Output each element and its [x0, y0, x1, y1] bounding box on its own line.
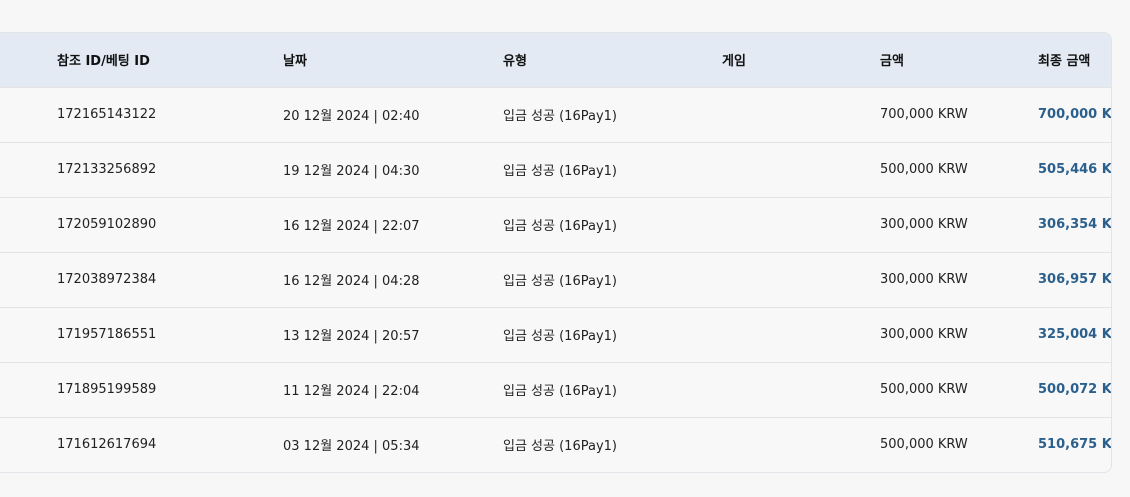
cell-reference-id: 172165143122 — [57, 107, 157, 122]
cell-final-amount: 700,000 KRW — [1038, 107, 1111, 122]
cell-reference-id: 172059102890 — [57, 217, 157, 232]
header-type: 유형 — [503, 54, 527, 70]
header-reference-id: 참조 ID/베팅 ID — [57, 54, 150, 70]
table-row: 171957186551 13 12월 2024 | 20:57 입금 성공 (… — [0, 307, 1111, 362]
cell-amount: 500,000 KRW — [880, 162, 968, 177]
cell-amount: 500,000 KRW — [880, 382, 968, 397]
cell-type: 입금 성공 (16Pay1) — [503, 274, 617, 289]
cell-type: 입금 성공 (16Pay1) — [503, 384, 617, 399]
table-row: 171895199589 11 12월 2024 | 22:04 입금 성공 (… — [0, 362, 1111, 417]
cell-game — [722, 417, 880, 472]
cell-final-amount: 325,004 KRW — [1038, 327, 1111, 342]
table-row: 172059102890 16 12월 2024 | 22:07 입금 성공 (… — [0, 197, 1111, 252]
cell-date: 20 12월 2024 | 02:40 — [283, 109, 420, 124]
cell-type: 입금 성공 (16Pay1) — [503, 164, 617, 179]
header-amount: 금액 — [880, 54, 904, 70]
cell-date: 19 12월 2024 | 04:30 — [283, 164, 420, 179]
cell-reference-id: 172133256892 — [57, 162, 157, 177]
table-row: 172133256892 19 12월 2024 | 04:30 입금 성공 (… — [0, 142, 1111, 197]
cell-game — [722, 197, 880, 252]
cell-game — [722, 142, 880, 197]
cell-date: 16 12월 2024 | 22:07 — [283, 219, 420, 234]
cell-final-amount: 510,675 KRW — [1038, 437, 1111, 453]
cell-amount: 300,000 KRW — [880, 272, 968, 287]
transaction-table: 참조 ID/베팅 ID 날짜 유형 게임 금액 최종 금액 1721651431… — [0, 33, 1111, 472]
cell-final-amount: 306,354 KRW — [1038, 217, 1111, 232]
cell-final-amount: 505,446 KRW — [1038, 162, 1111, 177]
cell-reference-id: 171612617694 — [57, 437, 157, 453]
cell-reference-id: 171895199589 — [57, 382, 157, 397]
table-body: 172165143122 20 12월 2024 | 02:40 입금 성공 (… — [0, 87, 1111, 472]
cell-final-amount: 500,072 KRW — [1038, 382, 1111, 397]
cell-type: 입금 성공 (16Pay1) — [503, 439, 617, 455]
cell-amount: 500,000 KRW — [880, 437, 968, 453]
cell-date: 03 12월 2024 | 05:34 — [283, 439, 420, 455]
transaction-table-card: 참조 ID/베팅 ID 날짜 유형 게임 금액 최종 금액 1721651431… — [0, 32, 1112, 473]
cell-date: 11 12월 2024 | 22:04 — [283, 384, 420, 399]
table-header: 참조 ID/베팅 ID 날짜 유형 게임 금액 최종 금액 — [0, 33, 1111, 87]
cell-game — [722, 307, 880, 362]
cell-reference-id: 172038972384 — [57, 272, 157, 287]
table-row: 171612617694 03 12월 2024 | 05:34 입금 성공 (… — [0, 417, 1111, 472]
cell-type: 입금 성공 (16Pay1) — [503, 109, 617, 124]
header-game: 게임 — [722, 54, 746, 70]
header-final-amount: 최종 금액 — [1038, 54, 1091, 70]
header-date: 날짜 — [283, 54, 307, 70]
cell-reference-id: 171957186551 — [57, 327, 157, 342]
cell-final-amount: 306,957 KRW — [1038, 272, 1111, 287]
table-row: 172165143122 20 12월 2024 | 02:40 입금 성공 (… — [0, 87, 1111, 142]
cell-type: 입금 성공 (16Pay1) — [503, 329, 617, 344]
cell-game — [722, 87, 880, 142]
cell-amount: 700,000 KRW — [880, 107, 968, 122]
table-header-row: 참조 ID/베팅 ID 날짜 유형 게임 금액 최종 금액 — [0, 33, 1111, 87]
cell-game — [722, 252, 880, 307]
cell-date: 13 12월 2024 | 20:57 — [283, 329, 420, 344]
cell-amount: 300,000 KRW — [880, 217, 968, 232]
cell-date: 16 12월 2024 | 04:28 — [283, 274, 420, 289]
cell-type: 입금 성공 (16Pay1) — [503, 219, 617, 234]
cell-amount: 300,000 KRW — [880, 327, 968, 342]
table-row: 172038972384 16 12월 2024 | 04:28 입금 성공 (… — [0, 252, 1111, 307]
cell-game — [722, 362, 880, 417]
